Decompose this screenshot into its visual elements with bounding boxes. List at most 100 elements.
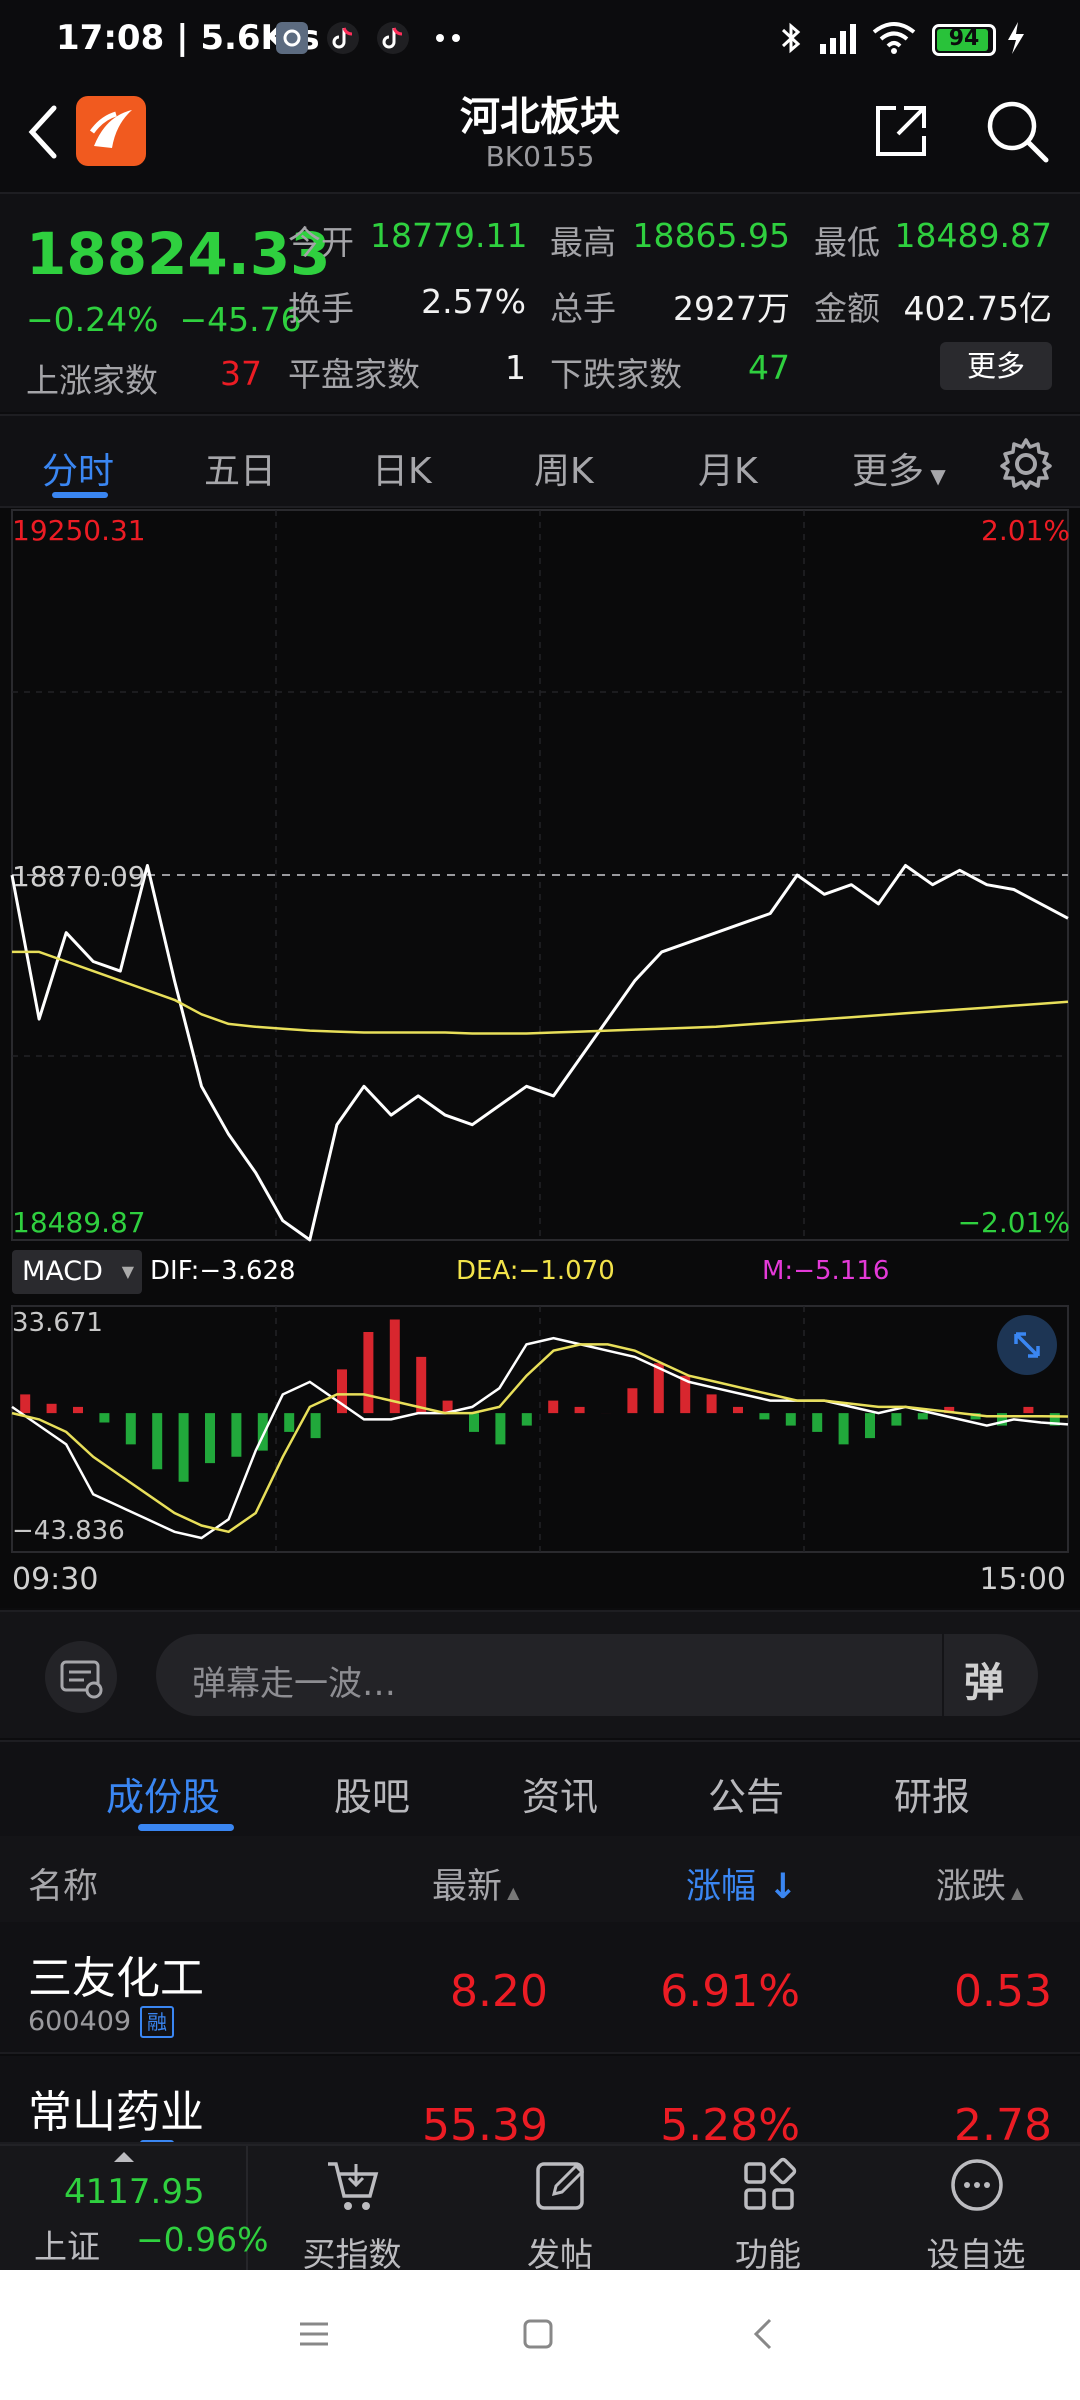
down-count: 47 [748,348,790,387]
time-axis-start: 09:30 [12,1562,99,1597]
dea-label: DEA:−1.070 [456,1256,615,1286]
gear-icon[interactable] [998,436,1054,492]
high-value: 18865.95 [632,216,790,255]
tab-intraday[interactable]: 分时 [42,442,114,494]
menu-icon[interactable] [296,2316,332,2352]
tab-research[interactable]: 研报 [894,1766,970,1821]
up-count-label: 上涨家数 [26,361,158,400]
stock-change: 0.53 [954,1966,1052,2017]
volume-label: 总手 [550,289,616,328]
tab-news[interactable]: 资讯 [522,1766,598,1821]
chevron-down-icon: ▼ [121,1262,134,1281]
tiktok-icon [377,22,409,54]
tiktok-icon [327,22,359,54]
danmu-placeholder: 弹幕走一波… [192,1664,396,1704]
margin-badge: 融 [140,2006,174,2038]
price-axis-bottom: 18489.87 [12,1206,146,1239]
index-change: −0.96% [136,2220,269,2259]
open-value: 18779.11 [370,216,528,255]
grid-apps-icon[interactable] [740,2156,798,2214]
tab-underline [138,1824,234,1831]
back-nav-icon[interactable] [746,2316,782,2352]
chart-tabs: 分时 五日 日K 周K 月K 更多 ▼ [0,414,1080,508]
open-label: 今开 [288,223,354,262]
time-axis-end: 15:00 [979,1562,1066,1597]
flat-count: 1 [505,348,526,387]
tab-underline [52,492,108,498]
stock-pct: 6.91% [660,1966,800,2017]
down-count-label: 下跌家数 [550,355,682,394]
macd-m-label: M:−5.116 [762,1256,890,1286]
tab-five-day[interactable]: 五日 [204,442,276,494]
chart-area[interactable]: 19250.31 2.01% 18870.09 18489.87 −2.01% … [0,508,1080,1608]
stock-last: 55.39 [422,2100,548,2144]
stock-last: 8.20 [450,1966,548,2017]
battery-level: 94 [948,26,980,51]
bottom-nav: 4117.95 上证 −0.96% 买指数 发帖 功能 设自选 [0,2144,1080,2274]
home-icon[interactable] [520,2316,556,2352]
comment-bar: 弹幕走一波… 弹 [0,1610,1080,1738]
stock-code: 600409 [28,2006,132,2037]
price-change: −0.24% −45.76 [26,300,302,339]
index-ticker[interactable]: 4117.95 上证 −0.96% [0,2146,268,2272]
up-count: 37 [220,354,262,393]
nav-functions[interactable]: 功能 [688,2228,848,2276]
caret-up-icon [114,2152,134,2162]
intraday-chart[interactable] [0,508,1080,1608]
tab-announcements[interactable]: 公告 [708,1766,784,1821]
high-label: 最高 [550,223,616,262]
turnover-label: 换手 [288,289,354,328]
more-dots-icon [436,34,460,42]
table-row[interactable]: 常山药业 300255 融 55.39 5.28% 2.78 [0,2056,1080,2144]
nav-post[interactable]: 发帖 [480,2228,640,2276]
tab-more[interactable]: 更多 ▼ [852,442,946,494]
col-name[interactable]: 名称 [28,1858,98,1909]
col-last[interactable]: 最新 ▲ [432,1858,519,1909]
dif-label: DIF:−3.628 [150,1256,296,1286]
stock-name: 三友化工 [28,1953,204,2004]
battery-icon: 94 [932,24,996,56]
turnover-value: 2.57% [421,282,526,321]
tab-daily-k[interactable]: 日K [372,442,432,494]
price-axis-top: 19250.31 [12,514,146,547]
index-name: 上证 [34,2227,100,2266]
amount-label: 金额 [814,289,880,328]
search-icon[interactable] [984,98,1050,164]
tab-monthly-k[interactable]: 月K [698,442,758,494]
more-circle-icon[interactable] [948,2156,1006,2214]
danmu-send-button[interactable]: 弹 [942,1634,1038,1716]
macd-axis-top: 33.671 [12,1308,103,1338]
last-price: 18824.33 [26,220,331,288]
tab-forum[interactable]: 股吧 [334,1766,410,1821]
share-icon[interactable] [870,100,932,162]
flat-count-label: 平盘家数 [288,355,420,394]
pct-axis-bottom: −2.01% [957,1206,1070,1239]
wifi-icon [872,22,916,54]
fullscreen-icon[interactable] [996,1314,1058,1376]
bluetooth-icon [781,22,801,54]
content-tabs: 成份股 股吧 资讯 公告 研报 [0,1740,1080,1836]
tab-weekly-k[interactable]: 周K [534,442,594,494]
stock-pct: 5.28% [660,2100,800,2144]
nav-buy-index[interactable]: 买指数 [272,2228,432,2276]
danmu-toggle-icon[interactable] [44,1640,118,1714]
cart-icon[interactable] [324,2156,382,2214]
edit-post-icon[interactable] [532,2156,590,2214]
table-row[interactable]: 三友化工 600409 融 8.20 6.91% 0.53 [0,1922,1080,2054]
danmu-input[interactable]: 弹幕走一波… 弹 [156,1634,1038,1716]
col-change[interactable]: 涨跌 ▲ [936,1858,1023,1909]
page-header: 河北板块 BK0155 [0,76,1080,190]
amount-value: 402.75亿 [903,289,1052,328]
indicator-selector[interactable]: MACD ▼ [12,1250,142,1294]
macd-axis-bottom: −43.836 [12,1516,125,1546]
stock-change: 2.78 [954,2100,1052,2144]
quote-panel: 18824.33 −0.24% −45.76 上涨家数 37 今开 18779.… [0,192,1080,412]
nav-add-watchlist[interactable]: 设自选 [896,2228,1056,2276]
charging-icon [1008,22,1024,54]
col-pct[interactable]: 涨幅 ↓ [686,1858,798,1909]
pct-axis-top: 2.01% [981,514,1070,547]
tab-constituents[interactable]: 成份股 [106,1766,220,1821]
more-quote-button[interactable]: 更多 [940,342,1052,390]
danmu-icon: 弹 [964,1660,1004,1706]
signal-icon [820,24,856,54]
